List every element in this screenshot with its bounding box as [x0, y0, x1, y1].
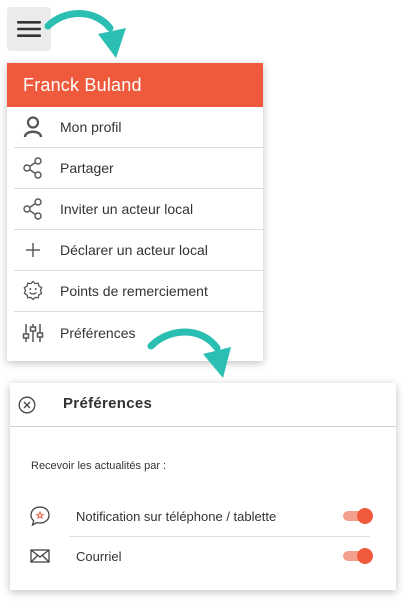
close-icon[interactable] — [18, 396, 36, 414]
menu-item-label: Partager — [60, 160, 114, 176]
preference-row-courriel: Courriel — [10, 537, 396, 575]
badge-icon — [20, 278, 46, 304]
user-menu-card: Franck Buland Mon profil Partager Invite… — [7, 63, 263, 361]
preferences-panel: Préférences Recevoir les actualités par … — [10, 383, 396, 590]
preference-label: Courriel — [76, 548, 122, 564]
sliders-icon — [20, 320, 46, 346]
menu-item-label: Inviter un acteur local — [60, 201, 194, 217]
menu-header: Franck Buland — [7, 63, 263, 107]
page-title: Préférences — [63, 395, 153, 412]
menu-item-label: Mon profil — [60, 119, 122, 135]
menu-item-declarer[interactable]: Déclarer un acteur local — [14, 230, 263, 271]
menu-item-partager[interactable]: Partager — [14, 148, 263, 189]
preference-label: Notification sur téléphone / tablette — [76, 508, 277, 524]
chat-bubble-icon — [29, 505, 51, 527]
menu-item-label: Points de remerciement — [60, 283, 208, 299]
menu-item-points[interactable]: Points de remerciement — [14, 271, 263, 312]
envelope-icon — [29, 545, 51, 567]
notification-toggle[interactable] — [343, 508, 373, 524]
hamburger-icon — [17, 21, 41, 37]
share-icon — [20, 196, 46, 222]
toggle-knob — [357, 548, 373, 564]
plus-icon — [20, 237, 46, 263]
menu-item-profil[interactable]: Mon profil — [14, 107, 263, 148]
preferences-subtitle: Recevoir les actualités par : — [31, 460, 167, 472]
teal-arrow-icon — [147, 328, 231, 378]
toggle-knob — [357, 508, 373, 524]
menu-item-label: Préférences — [60, 324, 136, 341]
user-icon — [20, 114, 46, 140]
menu-item-label: Déclarer un acteur local — [60, 242, 208, 258]
preferences-header: Préférences — [10, 383, 396, 427]
courriel-toggle[interactable] — [343, 548, 373, 564]
share-icon — [20, 155, 46, 181]
menu-list: Mon profil Partager Inviter un acteur lo… — [7, 107, 263, 353]
user-name: Franck Buland — [23, 74, 142, 95]
preference-row-notification: Notification sur téléphone / tablette — [10, 497, 396, 535]
menu-item-inviter[interactable]: Inviter un acteur local — [14, 189, 263, 230]
